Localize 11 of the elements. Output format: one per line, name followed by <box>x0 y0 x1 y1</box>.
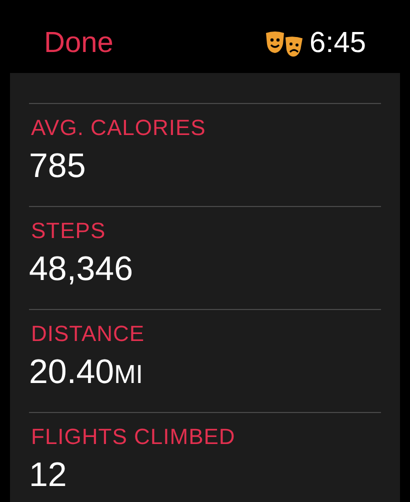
metric-value: 785 <box>29 146 87 187</box>
metric-label: FLIGHTS CLIMBED <box>30 423 236 451</box>
metric-value: 12 <box>29 455 68 496</box>
metric-label: STEPS <box>30 217 107 245</box>
theater-masks-icon <box>264 30 306 58</box>
done-button[interactable]: Done <box>44 29 114 58</box>
metric-label: AVG. CALORIES <box>30 114 207 142</box>
clock-time: 6:45 <box>310 29 366 58</box>
metric-label: DISTANCE <box>30 320 146 348</box>
metric-value: 20.40MI <box>29 352 144 393</box>
metric-value: 48,346 <box>29 249 134 290</box>
